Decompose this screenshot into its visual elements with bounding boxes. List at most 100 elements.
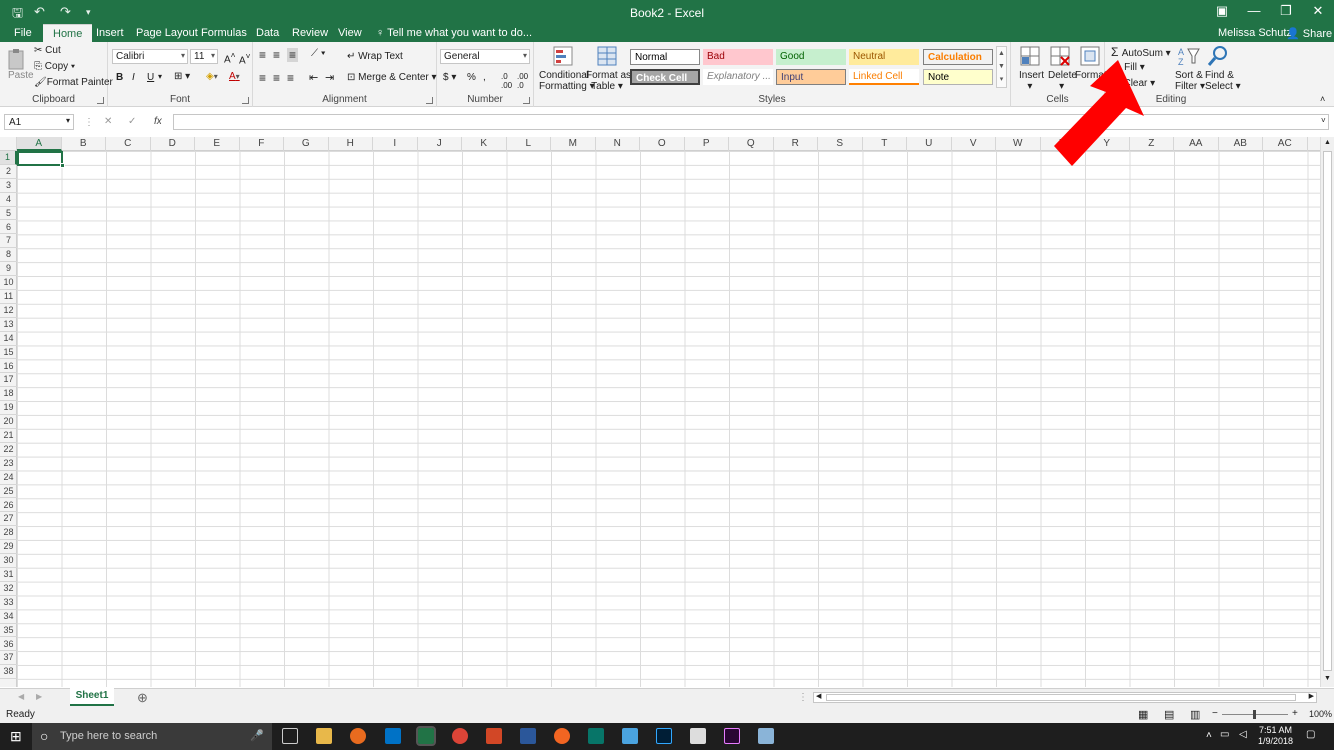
column-header-b[interactable]: B bbox=[62, 137, 106, 151]
name-box[interactable]: A1 ▾ bbox=[4, 114, 74, 130]
outlook-icon[interactable] bbox=[385, 728, 401, 744]
paste-icon[interactable] bbox=[6, 48, 28, 72]
task-view-icon[interactable] bbox=[282, 728, 298, 744]
page-break-view-icon[interactable]: ▥ bbox=[1190, 708, 1200, 721]
chrome-icon[interactable] bbox=[452, 728, 468, 744]
row-header-2[interactable]: 2 bbox=[0, 165, 17, 179]
row-header-21[interactable]: 21 bbox=[0, 429, 17, 443]
tray-network-icon[interactable]: ▭ bbox=[1220, 729, 1229, 740]
tab-data[interactable]: Data bbox=[256, 27, 279, 39]
column-header-r[interactable]: R bbox=[774, 137, 818, 151]
font-color-icon[interactable]: A▾ bbox=[229, 71, 240, 82]
style-note[interactable]: Note bbox=[923, 69, 993, 85]
row-header-3[interactable]: 3 bbox=[0, 179, 17, 193]
number-format-select[interactable]: General ▾ bbox=[440, 49, 530, 64]
column-header-n[interactable]: N bbox=[596, 137, 640, 151]
orientation-icon[interactable]: ⟋ ▾ bbox=[311, 48, 326, 59]
row-header-22[interactable]: 22 bbox=[0, 443, 17, 457]
paste-label[interactable]: Paste bbox=[8, 70, 34, 81]
row-header-27[interactable]: 27 bbox=[0, 512, 17, 527]
column-header-s[interactable]: S bbox=[818, 137, 863, 151]
increase-font-icon[interactable]: A˄ bbox=[224, 50, 236, 65]
sort-filter-button[interactable]: Sort & Filter ▾ bbox=[1175, 70, 1205, 92]
row-header-10[interactable]: 10 bbox=[0, 276, 17, 290]
word-icon[interactable] bbox=[520, 728, 536, 744]
underline-button[interactable]: U bbox=[147, 72, 154, 83]
column-header-l[interactable]: L bbox=[507, 137, 551, 151]
row-header-34[interactable]: 34 bbox=[0, 610, 17, 624]
cut-button[interactable]: ✂ Cut bbox=[34, 45, 61, 56]
decrease-font-icon[interactable]: A˅ bbox=[239, 51, 251, 66]
decrease-decimal-icon[interactable]: .00.0 bbox=[517, 72, 528, 90]
page-layout-view-icon[interactable]: ▤ bbox=[1164, 708, 1174, 721]
restore-button[interactable]: ❐ bbox=[1270, 0, 1302, 24]
windows-start-icon[interactable]: ⊞ bbox=[10, 728, 22, 745]
find-select-icon[interactable] bbox=[1207, 45, 1229, 67]
column-header-a[interactable]: A bbox=[17, 137, 62, 151]
close-button[interactable]: ✕ bbox=[1302, 0, 1334, 24]
row-header-14[interactable]: 14 bbox=[0, 332, 17, 346]
insert-cells-button[interactable]: Insert ▾ bbox=[1019, 70, 1044, 92]
bottom-align-icon[interactable]: ≡ bbox=[287, 48, 299, 62]
wrap-text-button[interactable]: ↵ Wrap Text bbox=[347, 51, 403, 62]
column-header-w[interactable]: W bbox=[996, 137, 1041, 151]
photoshop-icon[interactable] bbox=[656, 728, 672, 744]
row-header-8[interactable]: 8 bbox=[0, 248, 17, 263]
font-launcher-icon[interactable] bbox=[242, 97, 249, 104]
copy-button[interactable]: ⎘ Copy ▾ bbox=[34, 61, 75, 72]
style-neutral[interactable]: Neutral bbox=[849, 49, 919, 65]
column-header-q[interactable]: Q bbox=[729, 137, 774, 151]
row-header-5[interactable]: 5 bbox=[0, 207, 17, 221]
microphone-icon[interactable]: 🎤 bbox=[250, 723, 264, 750]
align-right-icon[interactable]: ≡ bbox=[287, 71, 294, 85]
middle-align-icon[interactable]: ≡ bbox=[273, 48, 280, 62]
format-as-table-icon[interactable] bbox=[596, 45, 618, 67]
find-select-button[interactable]: Find & Select ▾ bbox=[1205, 70, 1241, 92]
align-left-icon[interactable]: ≡ bbox=[259, 71, 266, 85]
column-header-t[interactable]: T bbox=[863, 137, 907, 151]
tray-chevron-icon[interactable]: ˄ bbox=[1206, 730, 1212, 741]
styles-gallery-scroll[interactable]: ▲ ▼ ▾ bbox=[996, 46, 1007, 88]
row-header-38[interactable]: 38 bbox=[0, 665, 17, 680]
row-header-12[interactable]: 12 bbox=[0, 304, 17, 318]
horizontal-scrollbar[interactable]: ◀ ▶ bbox=[813, 692, 1317, 703]
style-linked-cell[interactable]: Linked Cell bbox=[849, 69, 919, 85]
tab-review[interactable]: Review bbox=[292, 27, 328, 39]
app-swirl-icon[interactable] bbox=[554, 728, 570, 744]
format-as-table-button[interactable]: Format as Table ▾ bbox=[586, 70, 631, 92]
tell-me-box[interactable]: ♀ Tell me what you want to do... bbox=[376, 27, 532, 39]
powerpoint-icon[interactable] bbox=[486, 728, 502, 744]
fill-color-icon[interactable]: ◈▾ bbox=[206, 71, 218, 82]
row-header-11[interactable]: 11 bbox=[0, 290, 17, 304]
top-align-icon[interactable]: ≡ bbox=[259, 48, 266, 62]
autosum-button[interactable]: Σ AutoSum ▾ bbox=[1111, 45, 1171, 59]
decrease-indent-icon[interactable]: ⇤ bbox=[309, 71, 318, 84]
row-header-18[interactable]: 18 bbox=[0, 387, 17, 402]
scroll-left-icon[interactable]: ◀ bbox=[816, 692, 821, 700]
vertical-scroll-thumb[interactable] bbox=[1323, 151, 1332, 671]
tab-formulas[interactable]: Formulas bbox=[201, 27, 247, 39]
insert-function-icon[interactable]: fx bbox=[154, 116, 162, 127]
style-calculation[interactable]: Calculation bbox=[923, 49, 993, 65]
merge-center-button[interactable]: ⊡ Merge & Center ▾ bbox=[347, 72, 437, 83]
column-header-o[interactable]: O bbox=[640, 137, 685, 151]
clipboard-launcher-icon[interactable] bbox=[97, 97, 104, 104]
row-header-36[interactable]: 36 bbox=[0, 638, 17, 652]
number-launcher-icon[interactable] bbox=[523, 97, 530, 104]
row-header-13[interactable]: 13 bbox=[0, 318, 17, 332]
prev-sheet-icon[interactable]: ◀ bbox=[18, 692, 24, 701]
insert-cells-icon[interactable] bbox=[1019, 45, 1041, 67]
style-good[interactable]: Good bbox=[776, 49, 846, 65]
zoom-in-icon[interactable]: + bbox=[1292, 708, 1298, 719]
column-header-u[interactable]: U bbox=[907, 137, 952, 151]
vertical-scrollbar[interactable]: ▲ ▼ bbox=[1320, 137, 1334, 687]
user-name[interactable]: Melissa Schutz bbox=[1218, 27, 1292, 39]
next-sheet-icon[interactable]: ▶ bbox=[36, 692, 42, 701]
column-header-c[interactable]: C bbox=[106, 137, 151, 151]
row-header-4[interactable]: 4 bbox=[0, 193, 17, 207]
row-header-9[interactable]: 9 bbox=[0, 262, 17, 277]
format-painter-button[interactable]: 🖌Format Painter bbox=[34, 77, 113, 88]
borders-icon[interactable]: ⊞ ▾ bbox=[174, 71, 190, 82]
zoom-level[interactable]: 100% bbox=[1309, 709, 1332, 719]
row-header-1[interactable]: 1 bbox=[0, 151, 17, 165]
